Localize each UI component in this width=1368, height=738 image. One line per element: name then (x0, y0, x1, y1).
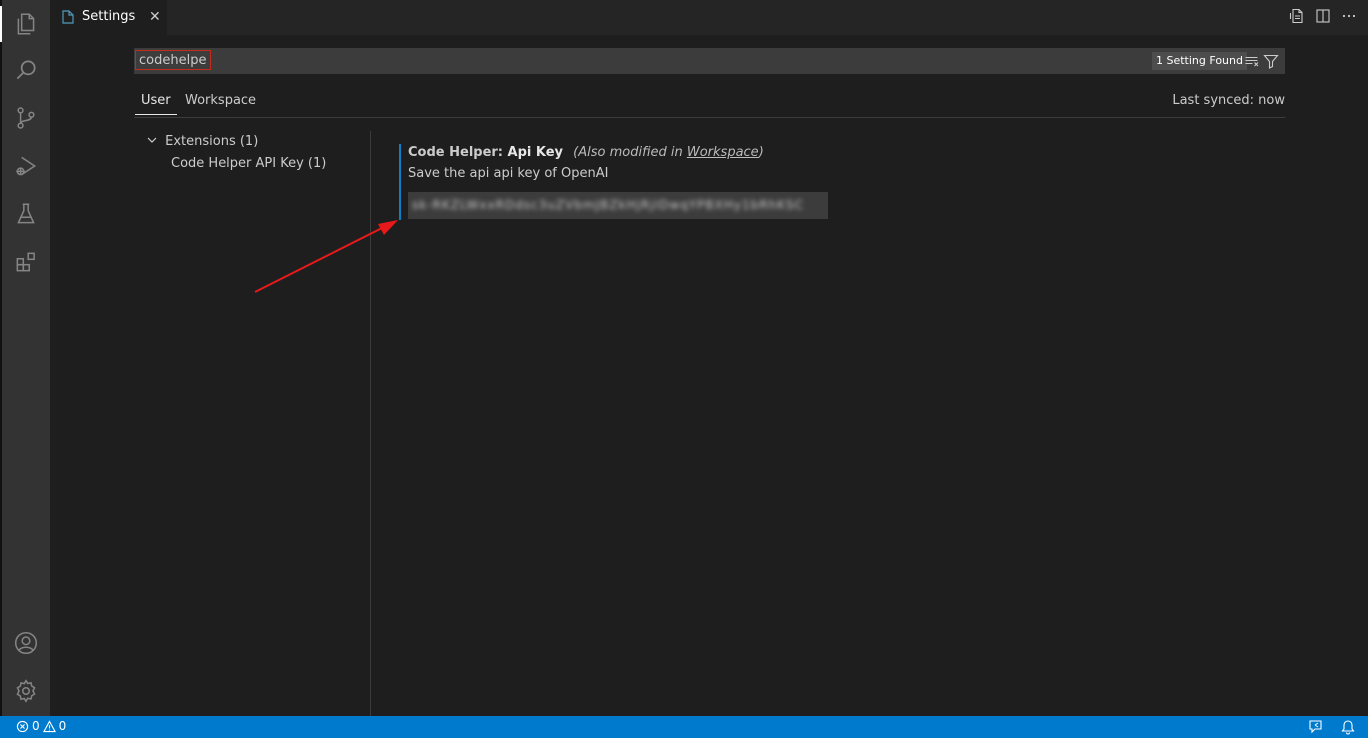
results-count-badge: 1 Setting Found (1152, 52, 1247, 70)
warning-count: 0 (58, 719, 67, 733)
account-icon[interactable] (2, 619, 50, 667)
notifications-bell-icon[interactable] (1340, 719, 1356, 735)
editor-actions (1288, 6, 1358, 26)
setting-code-helper-api-key: Code Helper: Api Key (Also modified in W… (399, 144, 1099, 220)
split-editor-icon[interactable] (1314, 6, 1332, 26)
toc-group-label: Extensions (1) (165, 134, 259, 149)
search-icon[interactable] (2, 46, 50, 94)
tab-user[interactable]: User (135, 93, 177, 115)
settings-search-input[interactable] (135, 50, 211, 70)
setting-name: Api Key (507, 145, 564, 160)
setting-description: Save the api api key of OpenAI (408, 166, 609, 181)
clear-filter-icon[interactable] (1243, 52, 1261, 70)
tab-workspace[interactable]: Workspace (185, 93, 256, 108)
editor-tab-bar: Settings ✕ (50, 0, 1368, 35)
warning-icon (42, 719, 56, 732)
toc-item-label: Code Helper API Key (1) (171, 156, 327, 171)
tab-settings[interactable]: Settings ✕ (50, 0, 167, 35)
problems-status[interactable]: 0 0 (16, 719, 66, 733)
api-key-input[interactable]: sk-RKZLWxxRDdsc3uZVbmJBZkHjRjIDwqYPBXHy1… (408, 192, 828, 219)
run-debug-icon[interactable] (2, 142, 50, 190)
chevron-down-icon (147, 137, 157, 143)
activity-bar (0, 0, 50, 716)
last-synced-status: Last synced: now (1172, 93, 1285, 108)
status-bar: 0 0 (0, 716, 1368, 738)
api-key-value: sk-RKZLWxxRDdsc3uZVbmJBZkHjRjIDwqYPBXHy1… (412, 198, 805, 212)
status-right-items (1308, 719, 1356, 735)
manage-gear-icon[interactable] (2, 667, 50, 715)
explorer-icon[interactable] (0, 0, 50, 48)
filter-icon[interactable] (1262, 52, 1280, 70)
toc-group-extensions[interactable]: Extensions (1) (146, 134, 258, 149)
open-settings-json-icon[interactable] (1288, 6, 1306, 26)
modified-indicator (399, 144, 401, 220)
annotation-arrow (254, 220, 398, 293)
settings-file-icon (62, 10, 74, 24)
modified-suffix: ) (758, 145, 764, 160)
settings-search-bar: 1 Setting Found (134, 48, 1285, 74)
settings-scope-tabs: User Workspace Last synced: now (134, 88, 1285, 118)
modified-elsewhere-note: (Also modified in Workspace) (573, 145, 764, 160)
setting-category: Code Helper: (408, 145, 508, 160)
toc-item-code-helper[interactable]: Code Helper API Key (1) (171, 156, 326, 171)
more-actions-icon[interactable] (1340, 6, 1358, 26)
close-icon[interactable]: ✕ (149, 9, 161, 25)
extensions-icon[interactable] (2, 238, 50, 286)
modified-prefix: (Also modified in (573, 145, 687, 160)
setting-title: Code Helper: Api Key (Also modified in W… (408, 145, 764, 160)
error-icon (16, 720, 29, 732)
tab-title: Settings (82, 9, 136, 24)
feedback-icon[interactable] (1308, 719, 1324, 735)
source-control-icon[interactable] (2, 94, 50, 142)
modified-in-workspace-link[interactable]: Workspace (687, 145, 759, 160)
error-count: 0 (32, 719, 40, 733)
testing-icon[interactable] (2, 190, 50, 238)
